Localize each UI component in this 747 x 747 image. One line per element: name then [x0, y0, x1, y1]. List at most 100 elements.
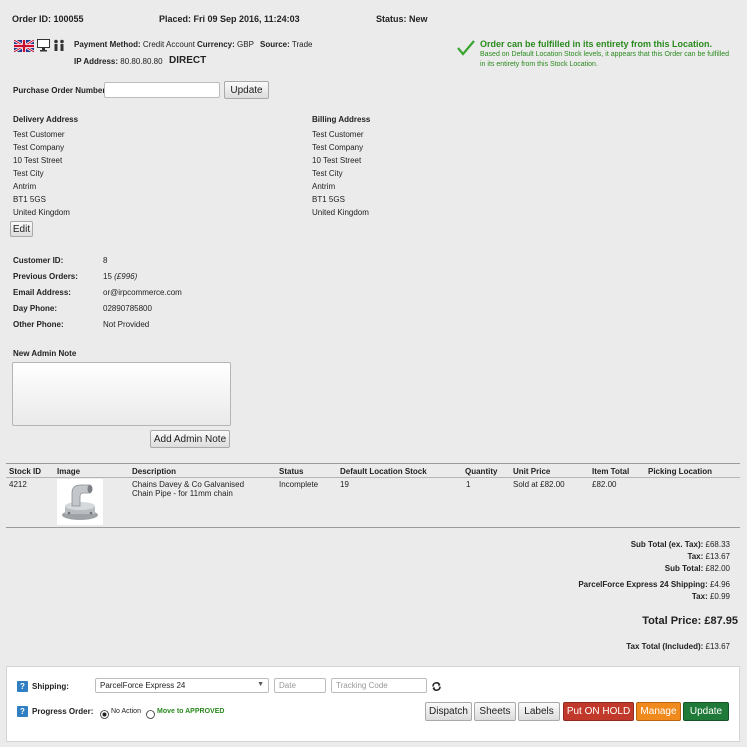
- tax-total-value: £13.67: [705, 642, 730, 651]
- payment-label: Payment Method:: [74, 40, 141, 49]
- placed-date: Placed: Fri 09 Sep 2016, 11:24:03: [159, 14, 300, 24]
- delivery-title: Delivery Address: [13, 115, 79, 124]
- progress-help-icon[interactable]: ?: [17, 706, 28, 717]
- table-bottom-divider: [6, 527, 740, 528]
- col-description: Description: [132, 467, 177, 476]
- col-stock-id: Stock ID: [9, 467, 42, 476]
- billing-line: Test Company: [312, 143, 364, 152]
- email-value: or@irpcommerce.com: [103, 288, 182, 297]
- po-update-button[interactable]: Update: [224, 81, 269, 99]
- other-phone-value: Not Provided: [103, 320, 150, 329]
- billing-line: BT1 5GS: [312, 195, 345, 204]
- row-status: Incomplete: [279, 480, 319, 489]
- previous-orders-amount: (£996): [114, 272, 138, 281]
- col-quantity: Quantity: [465, 467, 498, 476]
- po-label: Purchase Order Number:: [13, 86, 109, 95]
- subtotal-ex-tax-label: Sub Total (ex. Tax):: [630, 540, 704, 549]
- manage-button[interactable]: Manage: [636, 702, 681, 721]
- tracking-code-input[interactable]: Tracking Code: [331, 678, 427, 693]
- row-item-total: £82.00: [592, 480, 617, 489]
- no-action-label: No Action: [111, 708, 141, 715]
- row-unit-price: Sold at £82.00: [513, 480, 565, 489]
- currency-label: Currency:: [197, 40, 235, 49]
- billing-line: United Kingdom: [312, 208, 369, 217]
- sheets-button[interactable]: Sheets: [474, 702, 516, 721]
- shipping-line: ParcelForce Express 24 Shipping: £4.96: [578, 580, 730, 589]
- total-price-label: Total Price:: [642, 615, 702, 627]
- shipping-cost-label: ParcelForce Express 24 Shipping:: [578, 580, 708, 589]
- delivery-line: Antrim: [13, 182, 37, 191]
- table-top-divider: [6, 463, 740, 464]
- shipping-tax-value: £0.99: [709, 592, 730, 601]
- billing-line: Test Customer: [312, 130, 364, 139]
- update-order-button[interactable]: Update: [683, 702, 729, 721]
- tax-label: Tax:: [687, 552, 704, 561]
- radio-no-action[interactable]: [100, 706, 109, 719]
- dispatch-date-input[interactable]: Date: [274, 678, 326, 693]
- previous-orders-value: 15: [103, 272, 112, 281]
- delivery-address: Test Customer Test Company 10 Test Stree…: [13, 128, 70, 219]
- put-on-hold-button[interactable]: Put ON HOLD: [563, 702, 634, 721]
- po-number-input[interactable]: [104, 82, 220, 98]
- shipping-cost-value: £4.96: [709, 580, 730, 589]
- billing-line: Antrim: [312, 182, 336, 191]
- add-admin-note-button[interactable]: Add Admin Note: [150, 430, 230, 448]
- radio-move-approved[interactable]: [146, 706, 155, 719]
- delivery-line: BT1 5GS: [13, 195, 46, 204]
- billing-line: 10 Test Street: [312, 156, 362, 165]
- subtotal-ex-tax: Sub Total (ex. Tax): £68.33: [631, 540, 730, 549]
- row-quantity: 1: [466, 480, 471, 489]
- day-phone-label: Day Phone:: [13, 304, 58, 313]
- ip-value: 80.80.80.80: [120, 57, 163, 66]
- edit-address-button[interactable]: Edit: [10, 221, 33, 237]
- source-label: Source:: [260, 40, 290, 49]
- delivery-line: United Kingdom: [13, 208, 70, 217]
- chevron-down-icon: ▼: [257, 681, 264, 688]
- monitor-icon: [37, 39, 50, 52]
- col-picking-location: Picking Location: [648, 467, 713, 476]
- billing-address: Test Customer Test Company 10 Test Stree…: [312, 128, 369, 219]
- refresh-icon[interactable]: [431, 679, 442, 691]
- subtotal-ex-tax-value: £68.33: [705, 540, 730, 549]
- product-image[interactable]: [57, 479, 103, 525]
- shipping-label: Shipping:: [32, 682, 69, 691]
- move-approved-label: Move to APPROVED: [157, 708, 225, 715]
- other-phone-label: Other Phone:: [13, 320, 64, 329]
- previous-orders-label: Previous Orders:: [13, 272, 78, 281]
- col-image: Image: [57, 467, 81, 476]
- users-icon: [53, 39, 65, 52]
- tax-value: £13.67: [705, 552, 730, 561]
- subtotal-label: Sub Total:: [664, 564, 704, 573]
- order-id: Order ID: 100055: [12, 14, 84, 24]
- fulfil-note: Based on Default Location Stock levels, …: [480, 51, 730, 68]
- row-description[interactable]: Chains Davey & Co Galvanised Chain Pipe …: [132, 480, 267, 498]
- tracking-placeholder: Tracking Code: [336, 681, 388, 690]
- delivery-line: Test City: [13, 169, 44, 178]
- delivery-line: Test Company: [13, 143, 65, 152]
- subtotal-line: Sub Total: £82.00: [665, 564, 730, 573]
- labels-button[interactable]: Labels: [518, 702, 560, 721]
- day-phone-value: 02890785800: [103, 304, 152, 313]
- delivery-line: 10 Test Street: [13, 156, 63, 165]
- row-location-stock: 19: [340, 480, 349, 489]
- billing-title: Billing Address: [312, 115, 371, 124]
- shipping-tax-line: Tax: £0.99: [692, 592, 730, 601]
- table-header-divider: [6, 477, 740, 478]
- subtotal-value: £82.00: [705, 564, 730, 573]
- tax-total-label: Tax Total (Included):: [626, 642, 704, 651]
- admin-note-textarea[interactable]: [12, 362, 231, 426]
- tax-line: Tax: £13.67: [687, 552, 730, 561]
- shipping-help-icon[interactable]: ?: [17, 681, 28, 692]
- uk-flag-icon: [13, 38, 35, 54]
- customer-id-value: 8: [103, 256, 108, 265]
- dispatch-button[interactable]: Dispatch: [425, 702, 472, 721]
- billing-line: Test City: [312, 169, 343, 178]
- shipping-method-value: ParcelForce Express 24: [100, 681, 186, 690]
- shipping-method-select[interactable]: ParcelForce Express 24 ▼: [95, 678, 269, 693]
- col-location-stock: Default Location Stock: [340, 467, 427, 476]
- customer-id-label: Customer ID:: [13, 256, 64, 265]
- row-stock-id: 4212: [9, 480, 27, 489]
- date-placeholder: Date: [279, 681, 296, 690]
- email-label: Email Address:: [13, 288, 71, 297]
- delivery-line: Test Customer: [13, 130, 65, 139]
